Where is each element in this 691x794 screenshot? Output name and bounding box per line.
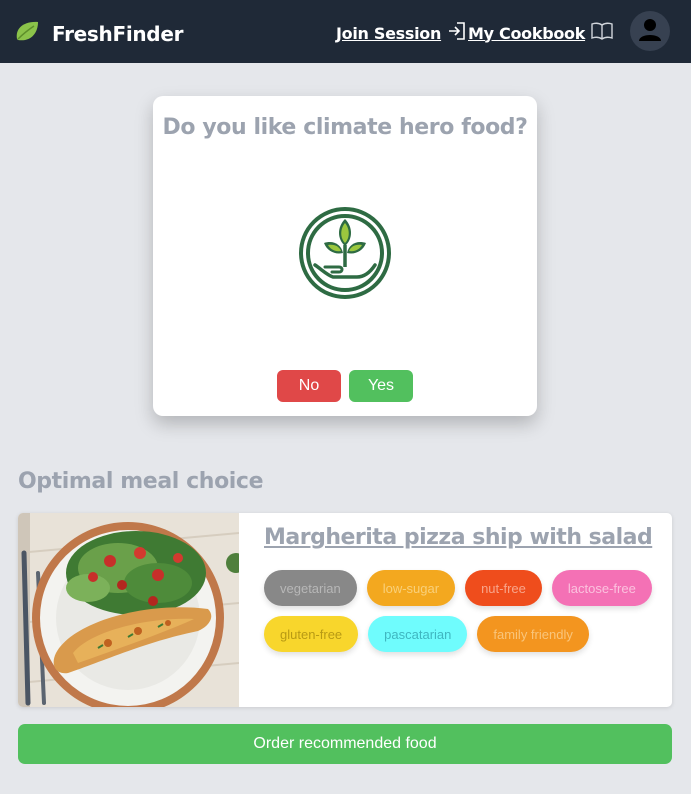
brand-name: FreshFinder <box>52 21 184 46</box>
recommended-meal-card: Margherita pizza ship with salad vegetar… <box>18 513 672 707</box>
order-recommended-food-button[interactable]: Order recommended food <box>18 724 672 764</box>
meal-title-link[interactable]: Margherita pizza ship with salad <box>264 525 653 550</box>
no-button[interactable]: No <box>277 370 341 402</box>
leaf-logo-icon <box>14 19 40 48</box>
cookbook-label: My Cookbook <box>468 23 586 43</box>
open-book-icon <box>585 21 613 45</box>
navbar: FreshFinder Join Session My Cookbook <box>0 0 691 63</box>
climate-question-card: Do you like climate hero food? No Yes <box>153 96 537 416</box>
climate-hero-plant-hand-icon <box>299 207 391 304</box>
section-title: Optimal meal choice <box>18 469 264 494</box>
user-avatar-button[interactable] <box>630 11 670 51</box>
join-session-label: Join Session <box>336 23 442 43</box>
join-session-link[interactable]: Join Session <box>336 21 467 45</box>
brand[interactable]: FreshFinder <box>14 19 183 48</box>
diet-tag: low-sugar <box>366 570 456 606</box>
diet-tag: pascatarian <box>368 616 468 652</box>
diet-tag: gluten-free <box>264 616 359 652</box>
question-title: Do you like climate hero food? <box>162 115 528 140</box>
meal-image <box>18 513 246 707</box>
yes-button[interactable]: Yes <box>349 370 413 402</box>
sign-in-arrow-icon <box>441 21 467 45</box>
user-avatar-icon <box>637 16 663 47</box>
diet-tag: nut-free <box>465 570 542 606</box>
diet-tag: vegetarian <box>264 570 357 606</box>
diet-tag: lactose-free <box>551 570 652 606</box>
diet-tags: vegetarian low-sugar nut-free lactose-free g… <box>264 570 664 652</box>
diet-tag: family friendly <box>477 616 589 652</box>
my-cookbook-link[interactable]: My Cookbook <box>468 21 613 45</box>
